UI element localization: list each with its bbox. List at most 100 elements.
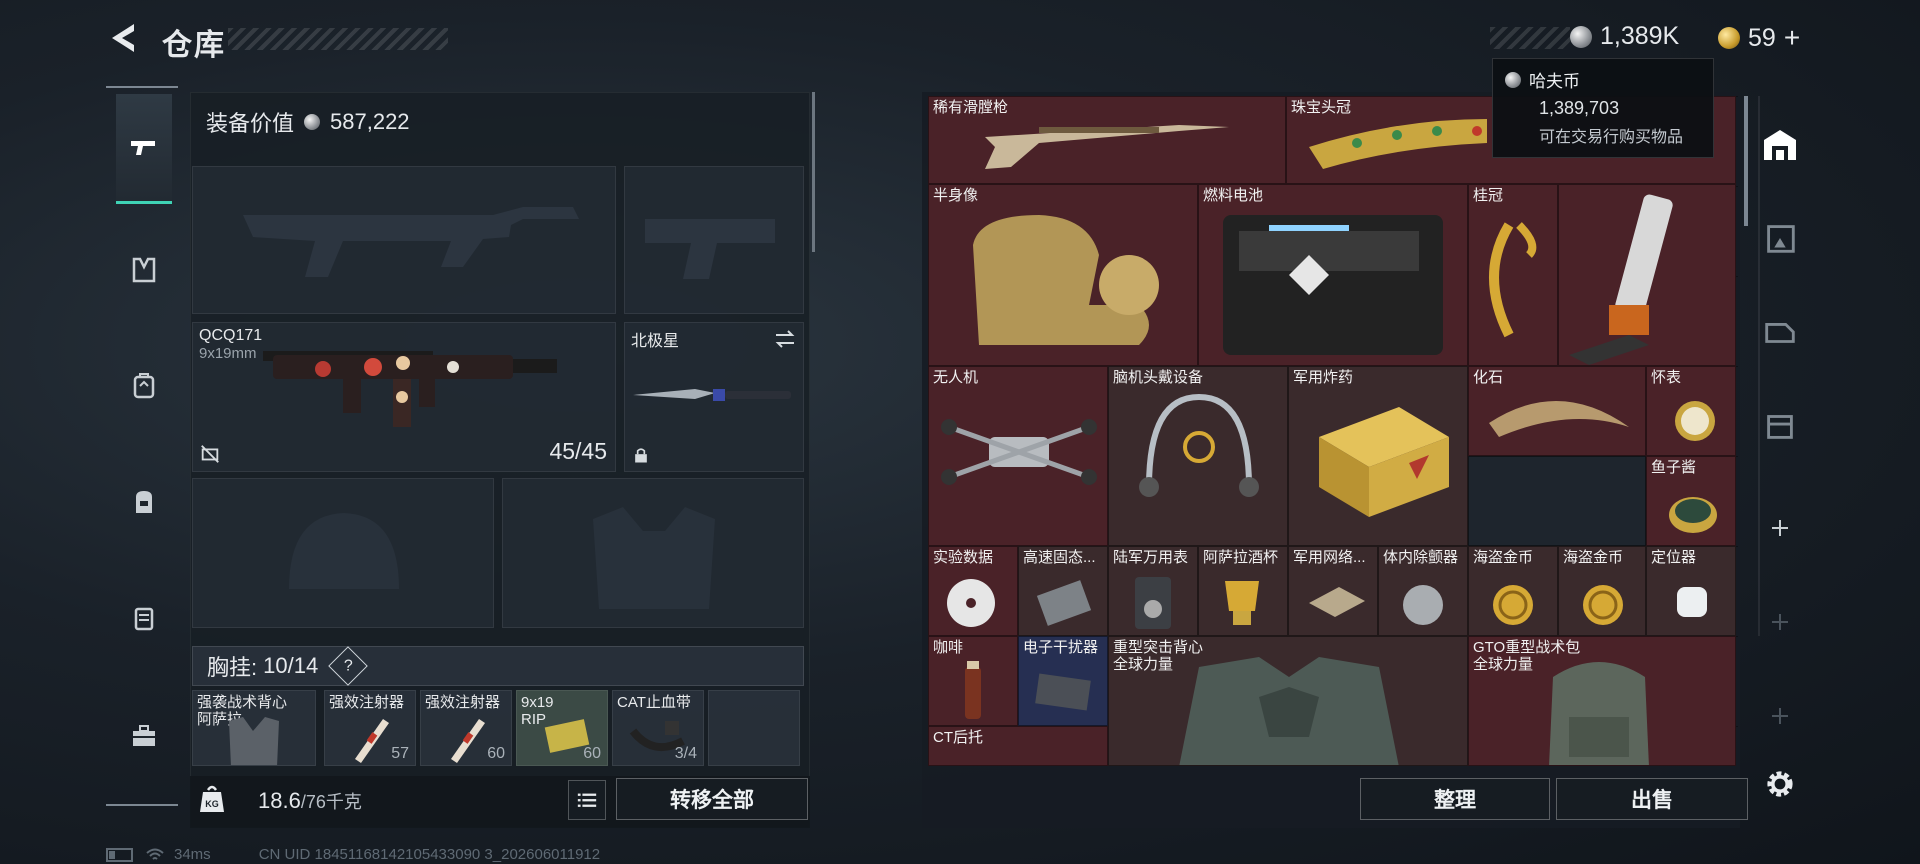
defibrillator-icon <box>1403 585 1443 625</box>
item-count: 60 <box>583 745 601 762</box>
stash-item[interactable]: 脑机头戴设备 <box>1108 366 1288 546</box>
svg-text:KG: KG <box>205 799 219 809</box>
nav-armor[interactable] <box>116 218 172 322</box>
toolbox-icon <box>133 725 155 746</box>
transfer-all-button[interactable]: 转移全部 <box>616 778 808 820</box>
stash-item-vacuum[interactable] <box>1558 184 1736 366</box>
bag-icon <box>136 491 152 513</box>
caviar-tin-icon <box>1669 497 1717 533</box>
coffee-bottle-icon <box>965 661 981 719</box>
chest-rig-label: 胸挂: <box>207 655 258 680</box>
weight-icon: KG <box>200 785 224 812</box>
chest-item[interactable]: 强效注射器 60 <box>420 690 512 766</box>
page-title: 仓库 <box>162 29 226 62</box>
silver-currency[interactable]: 1,389K <box>1570 22 1679 51</box>
stash-scrollbar[interactable] <box>1744 96 1748 226</box>
chest-item[interactable]: 强袭战术背心 阿萨拉 <box>192 690 316 766</box>
add-stash-tab-locked[interactable] <box>1752 684 1808 748</box>
current-weight: 18.6 <box>258 788 301 813</box>
stash-item[interactable]: 燃料电池 <box>1198 184 1468 366</box>
nav-toolbox[interactable] <box>116 684 172 788</box>
stash-level-2-icon <box>1767 415 1793 439</box>
add-stash-tab-button[interactable] <box>1752 496 1808 560</box>
stash-item[interactable]: 重型突击背心 全球力量 <box>1108 636 1468 766</box>
title-decoration <box>228 28 448 50</box>
stash-item[interactable]: 实验数据 <box>928 546 1018 636</box>
add-stash-tab-locked[interactable] <box>1752 590 1808 654</box>
stash-item[interactable]: 怀表 <box>1646 366 1736 456</box>
vacuum-icon <box>1569 194 1673 365</box>
silver-amount: 1,389K <box>1600 22 1680 50</box>
stash-tab-2[interactable] <box>1752 394 1808 458</box>
stash-item[interactable]: 电子干扰器 <box>1018 636 1108 726</box>
haf-coin-icon <box>1505 71 1521 88</box>
no-attachment-icon <box>201 445 219 463</box>
chest-item[interactable]: CAT止血带 3/4 <box>612 690 704 766</box>
tracker-icon <box>1677 587 1707 617</box>
backpack-icon <box>133 373 155 399</box>
gold-currency[interactable]: 59 + <box>1718 22 1800 54</box>
stash-item[interactable]: 军用炸药 <box>1288 366 1468 546</box>
loadout-scrollbar[interactable] <box>812 92 815 252</box>
melee-slot[interactable]: 北极星 <box>624 322 804 472</box>
stash-item[interactable]: 高速固态... <box>1018 546 1108 636</box>
stash-item[interactable]: 稀有滑膛枪 <box>928 96 1286 184</box>
disc-icon <box>947 579 995 627</box>
stash-item[interactable]: 咖啡 <box>928 636 1018 726</box>
helmet-silhouette-icon <box>289 513 399 589</box>
stash-item[interactable]: 半身像 <box>928 184 1198 366</box>
gold-amount: 59 <box>1748 23 1776 52</box>
musket-icon <box>985 125 1229 169</box>
stash-tab-home[interactable] <box>1752 112 1808 176</box>
helmet-slot-empty[interactable] <box>192 478 494 628</box>
chest-item[interactable]: 9x19 RIP 60 <box>516 690 608 766</box>
stash-item[interactable]: 无人机 <box>928 366 1108 546</box>
add-gold-button[interactable]: + <box>1784 22 1800 54</box>
nav-top-divider <box>106 86 178 88</box>
nav-weapons[interactable] <box>116 94 172 204</box>
list-view-button[interactable] <box>568 780 606 820</box>
settings-button[interactable] <box>1752 752 1808 816</box>
sell-button[interactable]: 出售 <box>1556 778 1748 820</box>
back-button[interactable] <box>104 18 144 58</box>
stash-item[interactable]: 陆军万用表 <box>1108 546 1198 636</box>
chest-item[interactable]: 强效注射器 57 <box>324 690 416 766</box>
plus-icon <box>1772 520 1788 536</box>
help-button[interactable]: ? <box>328 646 368 686</box>
armor-silhouette-icon <box>593 507 715 609</box>
weight-readout: 18.6/76千克 <box>258 788 362 814</box>
gold-coin-item-icon <box>1493 585 1533 625</box>
fuel-cell-icon <box>1223 215 1443 355</box>
chest-item-empty[interactable] <box>708 690 800 766</box>
item-count: 57 <box>391 745 409 762</box>
stash-tab-4[interactable] <box>1752 300 1808 364</box>
secondary-weapon-slot-empty[interactable] <box>624 166 804 314</box>
stash-tab-3[interactable] <box>1752 206 1808 270</box>
stash-item[interactable]: CT后托 <box>928 726 1108 766</box>
tooltip-title: 哈夫币 <box>1529 72 1580 91</box>
router-icon <box>1309 587 1365 617</box>
equip-value: 装备价值 587,222 <box>206 106 410 138</box>
armor-slot-empty[interactable] <box>502 478 804 628</box>
stash-item[interactable]: 化石 <box>1468 366 1646 456</box>
tooltip-desc: 可在交易行购买物品 <box>1539 129 1684 146</box>
stash-item[interactable]: GTO重型战术包 全球力量 <box>1468 636 1736 766</box>
primary-weapon-slot[interactable]: QCQ171 9x19mm 45/45 <box>192 322 616 472</box>
nav-case[interactable] <box>116 566 172 670</box>
stash-grid: 稀有滑膛枪 珠宝头冠 半身像 燃料电池 桂冠 无人机 脑机头戴设备 军用炸药 化… <box>928 96 1738 766</box>
sort-button[interactable]: 整理 <box>1360 778 1550 820</box>
stash-cell-empty[interactable] <box>1468 456 1646 546</box>
drone-icon <box>941 419 1097 485</box>
primary-weapon-slot-empty[interactable] <box>192 166 616 314</box>
stash-item[interactable]: 军用网络... <box>1288 546 1378 636</box>
nav-bag[interactable] <box>116 450 172 554</box>
nav-bottom-divider <box>106 804 178 806</box>
stash-item[interactable]: 海盗金币 <box>1468 546 1558 636</box>
stash-item[interactable]: 体内除颤器 <box>1378 546 1468 636</box>
stash-item[interactable]: 海盗金币 <box>1558 546 1646 636</box>
stash-item[interactable]: 鱼子酱 <box>1646 456 1736 546</box>
stash-item[interactable]: 定位器 <box>1646 546 1736 636</box>
stash-item[interactable]: 桂冠 <box>1468 184 1558 366</box>
stash-item[interactable]: 阿萨拉酒杯 <box>1198 546 1288 636</box>
nav-backpack[interactable] <box>116 334 172 438</box>
